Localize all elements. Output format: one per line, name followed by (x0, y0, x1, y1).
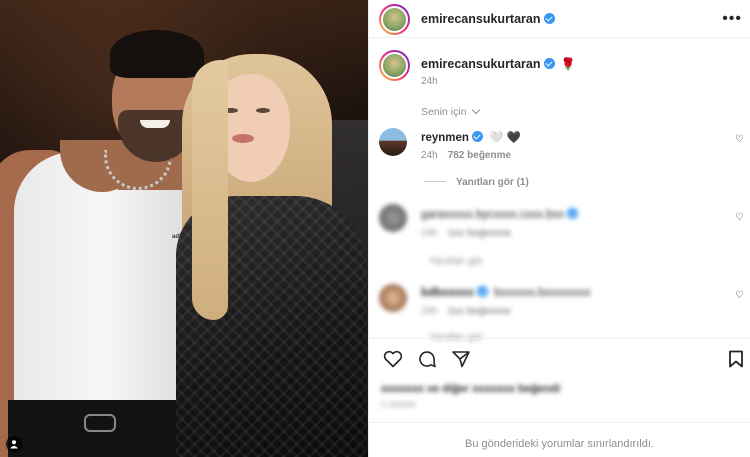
comment-text: bxxxxxx.bxxxxxxxx (494, 287, 591, 299)
comment-meta: 24h 782 beğenme (421, 150, 512, 161)
verified-badge-icon (471, 131, 483, 142)
heart-icon[interactable]: ♡ (735, 212, 744, 223)
chevron-down-icon (471, 105, 480, 115)
comment-likes[interactable]: 1xx beğenme (448, 228, 511, 239)
comment-likes[interactable]: 782 beğenme (448, 150, 511, 161)
view-replies-button[interactable]: Yanıtları gör (1) (424, 177, 529, 188)
caption-avatar[interactable] (379, 50, 410, 81)
instagram-post: adidas emirecansukurtaran ••• emirecansu… (0, 0, 750, 457)
man-belt-buckle (84, 414, 116, 432)
man-hair (110, 30, 204, 78)
caption-text: 🌹 (560, 57, 576, 71)
comment-username[interactable]: garaxxxxx.bycxxxx.cxxx.bxx (421, 208, 579, 221)
verified-badge-icon (477, 286, 489, 297)
comment-username[interactable]: bdbxxxxx bxxxxxx.bxxxxxxxx (421, 286, 591, 299)
comment-text: 🤍 🖤 (488, 132, 521, 144)
comment-meta: 24h 1xx beğenme (421, 228, 512, 239)
comment-username[interactable]: reynmen 🤍 🖤 (421, 130, 521, 144)
comments-limited-notice: Bu gönderideki yorumlar sınırlandırıldı. (369, 422, 750, 457)
verified-badge-icon (543, 13, 555, 24)
caption-username[interactable]: emirecansukurtaran 🌹 (421, 57, 575, 71)
heart-icon[interactable]: ♡ (735, 290, 744, 301)
verified-badge-icon (567, 208, 579, 219)
woman-lips (232, 134, 254, 143)
post-date: 1 xxxxxx (381, 399, 416, 409)
man-tank-top (14, 152, 194, 422)
actions-divider (369, 338, 750, 339)
author-username[interactable]: emirecansukurtaran (421, 12, 555, 26)
woman-hair-front (192, 60, 228, 320)
comment-avatar[interactable] (379, 128, 407, 156)
comment-avatar[interactable] (379, 284, 407, 312)
post-side-panel: emirecansukurtaran ••• emirecansukurtara… (368, 0, 750, 457)
author-avatar[interactable] (379, 4, 410, 35)
comment-avatar[interactable] (379, 204, 407, 232)
verified-badge-icon (543, 58, 555, 69)
comment-icon[interactable] (417, 350, 437, 368)
person-tag-icon[interactable] (6, 436, 22, 452)
caption-time: 24h (421, 76, 438, 87)
likes-summary[interactable]: xxxxxxx ve diğer xxxxxxx beğendi (381, 383, 560, 395)
comment-likes[interactable]: 1xx beğenme (448, 306, 511, 317)
comment-filter-dropdown[interactable]: Senin için (421, 105, 480, 118)
post-header: emirecansukurtaran ••• (369, 0, 750, 38)
woman-eye-right (256, 108, 270, 113)
share-icon[interactable] (451, 350, 471, 368)
more-options-button[interactable]: ••• (722, 10, 742, 28)
comment-meta: 24h 1xx beğenme (421, 306, 512, 317)
post-photo[interactable]: adidas (0, 0, 368, 457)
heart-icon[interactable] (383, 350, 403, 368)
man-smile (140, 120, 170, 128)
view-replies-button[interactable]: Yanıtları gör (429, 256, 483, 267)
heart-icon[interactable]: ♡ (735, 134, 744, 145)
bookmark-icon[interactable] (728, 350, 744, 368)
post-actions (383, 350, 471, 368)
